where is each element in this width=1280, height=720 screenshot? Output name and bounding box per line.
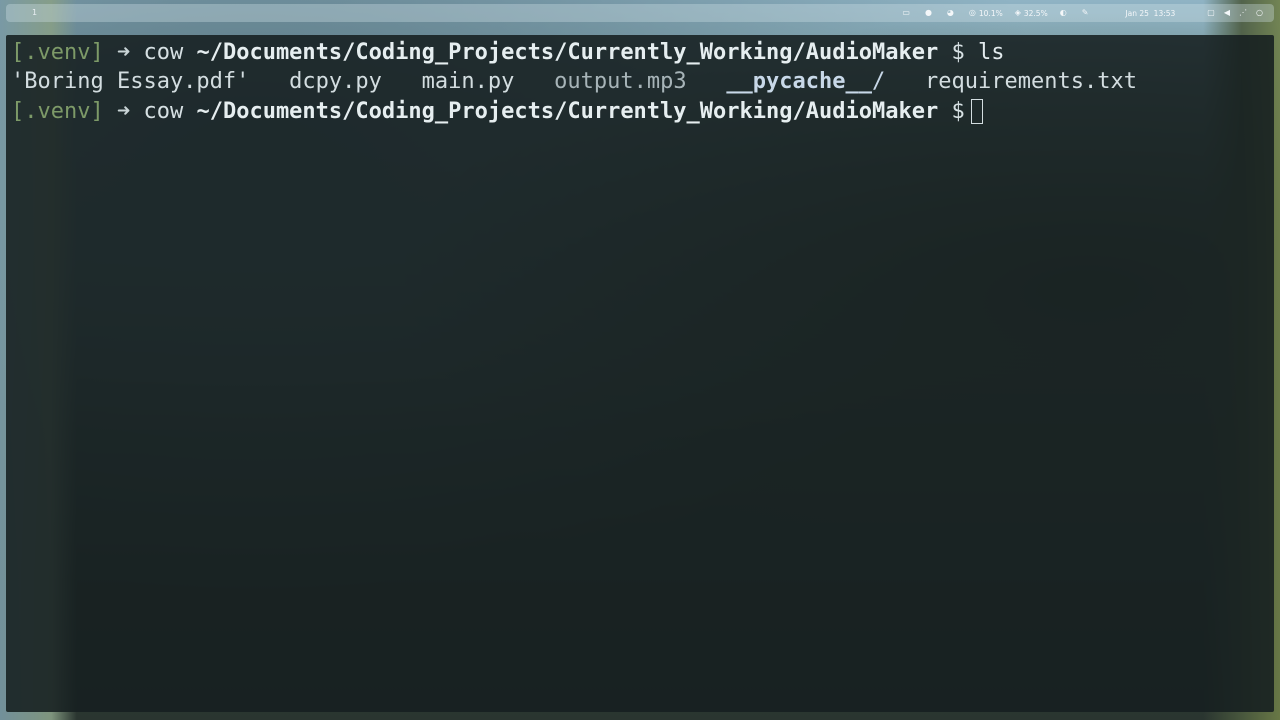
pen-icon[interactable]: ✎: [1082, 9, 1092, 17]
terminal-window[interactable]: [.venv] ➜ cow ~/Documents/Coding_Project…: [6, 35, 1274, 712]
prompt-user: cow: [143, 98, 184, 124]
clock[interactable]: Jan 25 13:53: [1125, 9, 1175, 18]
network-icon[interactable]: ⋰: [1239, 9, 1250, 17]
prompt-arrow-icon: ➜: [116, 98, 131, 124]
volume-icon[interactable]: ◀: [1224, 9, 1233, 17]
directory-slash: /: [872, 69, 886, 95]
prompt-path: ~/Documents/Coding_Projects/Currently_Wo…: [196, 98, 939, 124]
memory-icon: ◈: [1014, 8, 1021, 17]
cpu-icon: ◎: [968, 8, 976, 17]
file-entry: dcpy.py: [289, 69, 382, 95]
prompt-user: cow: [143, 40, 184, 65]
workspace-indicator[interactable]: 1: [32, 8, 37, 17]
cpu-usage[interactable]: ◎ 10.1%: [969, 9, 1003, 18]
venv-label: [.venv]: [11, 40, 104, 65]
file-entry: 'Boring Essay.pdf': [11, 69, 250, 95]
file-entry: main.py: [421, 69, 515, 95]
github-icon[interactable]: ●: [925, 9, 935, 17]
prompt-line-1: [.venv] ➜ cow ~/Documents/Coding_Project…: [11, 38, 1274, 67]
clock-date: Jan 25: [1125, 8, 1149, 18]
memory-usage[interactable]: ◈ 32.5%: [1015, 9, 1048, 18]
file-entry: requirements.txt: [925, 69, 1137, 95]
memory-value: 32.5%: [1023, 8, 1048, 18]
system-tray: ▭ ● ◕ ◎ 10.1% ◈ 32.5% ◐ ✎ Jan 25 13:53 ▢…: [890, 4, 1266, 22]
discord-icon[interactable]: ◕: [947, 9, 957, 17]
display-icon[interactable]: ▢: [1207, 9, 1218, 17]
typed-command: ls: [977, 40, 1005, 65]
prompt-dollar: $: [951, 98, 965, 124]
prompt-path: ~/Documents/Coding_Projects/Currently_Wo…: [196, 40, 939, 65]
ls-output-line: 'Boring Essay.pdf' dcpy.py main.py outpu…: [11, 67, 1274, 96]
text-cursor[interactable]: [970, 98, 983, 124]
window-icon[interactable]: ▭: [902, 9, 913, 17]
theme-icon[interactable]: ◐: [1060, 9, 1070, 17]
file-entry: output.mp3: [554, 69, 687, 95]
cpu-value: 10.1%: [978, 8, 1003, 18]
prompt-arrow-icon: ➜: [116, 40, 131, 65]
venv-label: [.venv]: [11, 98, 104, 124]
clock-time: 13:53: [1153, 8, 1176, 18]
prompt-line-2: [.venv] ➜ cow ~/Documents/Coding_Project…: [11, 97, 1274, 126]
top-panel: 1 ▭ ● ◕ ◎ 10.1% ◈ 32.5% ◐ ✎ Jan 25 13:53…: [6, 4, 1274, 22]
directory-entry: __pycache__: [726, 69, 873, 95]
prompt-dollar: $: [951, 40, 965, 65]
power-icon[interactable]: ○: [1256, 9, 1266, 17]
